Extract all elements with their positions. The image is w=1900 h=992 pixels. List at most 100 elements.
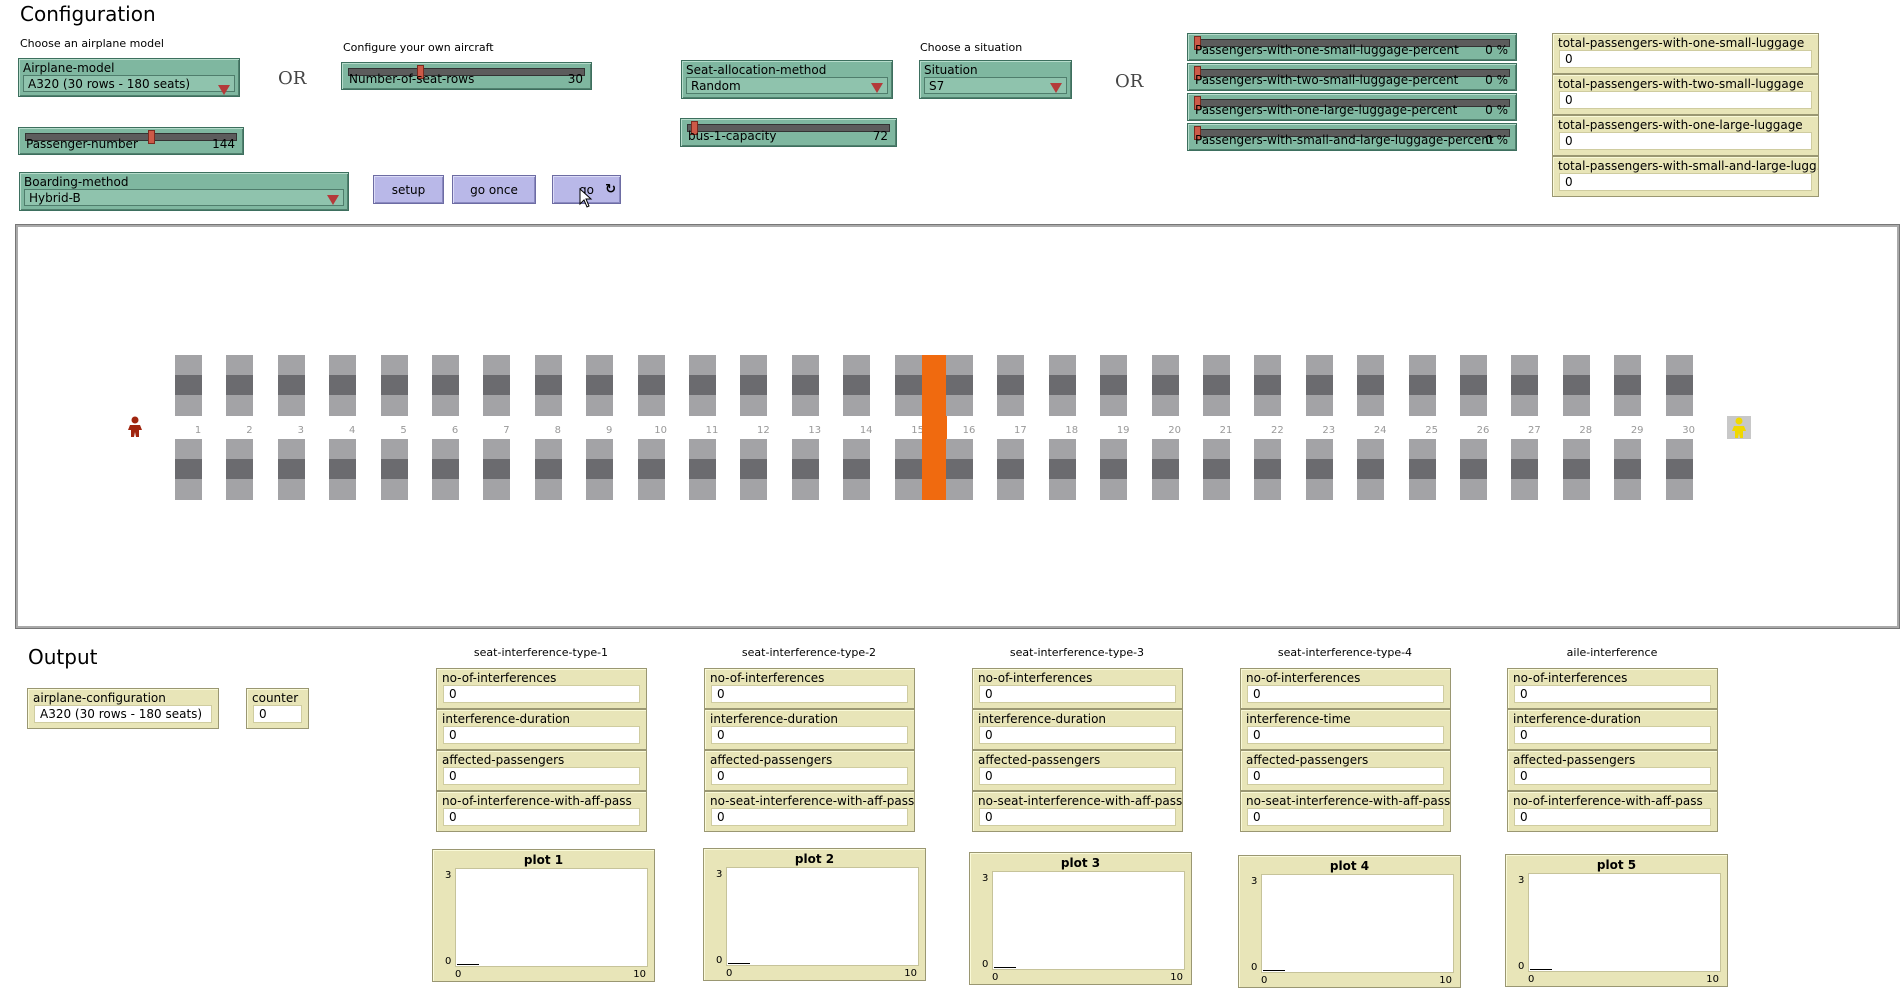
row-number: 16: [962, 425, 976, 436]
situation-chooser[interactable]: Situation S7: [919, 60, 1072, 99]
seat-block-top: [894, 355, 922, 416]
seat: [483, 355, 511, 375]
bus-1-capacity-slider[interactable]: bus-1-capacity 72: [680, 118, 897, 147]
seat-block-top: [1665, 355, 1693, 416]
seat-block-bottom: [1048, 439, 1076, 500]
seat-map: 1 2 3 4 5 6 7 8 9 10 11 12 13 14 15 16 17 18 19 20 21 22 23 24 2…: [18, 227, 1897, 626]
seat: [843, 459, 871, 479]
row-number: 21: [1219, 425, 1233, 436]
seat: [175, 479, 202, 500]
seat: [586, 439, 614, 459]
slider-value: 0 %: [1485, 73, 1508, 87]
plot-4[interactable]: plot 4 3 0 0 10: [1238, 855, 1461, 988]
seat: [277, 375, 305, 395]
simulation-world-view[interactable]: 1 2 3 4 5 6 7 8 9 10 11 12 13 14 15 16 17 18 19 20 21 22 23 24 2…: [15, 224, 1900, 629]
monitor-value: 0: [979, 726, 1176, 744]
seat-block-bottom: [740, 439, 768, 500]
slider-knob[interactable]: [148, 130, 155, 144]
monitor-value: 0: [443, 808, 640, 826]
seat: [1408, 439, 1436, 459]
seat: [740, 395, 768, 416]
plot-xmax: 10: [1439, 975, 1452, 986]
seat: [946, 355, 973, 375]
seat: [843, 479, 871, 500]
plot-5[interactable]: plot 5 3 0 0 10: [1505, 854, 1728, 987]
row-number: 24: [1373, 425, 1387, 436]
one-small-luggage-percent-slider[interactable]: Passengers-with-one-small-luggage-percen…: [1187, 33, 1517, 61]
output-monitor: no-of-interferences 0: [436, 668, 647, 709]
chevron-down-icon: [327, 195, 339, 205]
output-monitor: interference-time 0: [1240, 709, 1451, 750]
seat: [432, 459, 459, 479]
seat: [1511, 355, 1539, 375]
monitor-value: A320 (30 rows - 180 seats): [34, 705, 212, 723]
seat-block-top: [1614, 355, 1642, 416]
passenger-number-slider[interactable]: Passenger-number 144: [18, 127, 244, 155]
airplane-model-chooser[interactable]: Airplane-model A320 (30 rows - 180 seats…: [18, 58, 240, 97]
plot-pen-line: [1263, 970, 1285, 971]
output-monitor: affected-passengers 0: [972, 750, 1183, 791]
go-once-button[interactable]: go once: [452, 175, 536, 204]
plot-pen-line: [457, 964, 479, 965]
seat: [1254, 439, 1282, 459]
seat: [534, 375, 562, 395]
plot-ymin: 0: [982, 959, 989, 970]
seat: [1305, 439, 1333, 459]
seat: [1100, 375, 1128, 395]
seat: [226, 355, 254, 375]
seat: [740, 439, 768, 459]
seat: [380, 375, 408, 395]
slider-value: 0 %: [1485, 43, 1508, 57]
seat: [1048, 439, 1076, 459]
seat: [534, 355, 562, 375]
plot-title: plot 2: [794, 852, 835, 866]
number-of-seat-rows-slider[interactable]: Number-of-seat-rows 30: [341, 62, 592, 90]
seat: [1048, 355, 1076, 375]
plot-area: [726, 867, 919, 966]
plot-3[interactable]: plot 3 3 0 0 10: [969, 852, 1192, 985]
small-and-large-luggage-percent-slider[interactable]: Passengers-with-small-and-large-luggage-…: [1187, 123, 1517, 151]
seat: [1665, 439, 1693, 459]
seat: [1460, 479, 1487, 500]
two-small-luggage-percent-slider[interactable]: Passengers-with-two-small-luggage-percen…: [1187, 63, 1517, 91]
seat: [175, 395, 202, 416]
plot-pen-line: [728, 963, 750, 964]
seat: [1408, 395, 1436, 416]
seat-allocation-method-chooser[interactable]: Seat-allocation-method Random: [681, 60, 893, 99]
seat: [175, 439, 202, 459]
seat: [1203, 439, 1230, 459]
plot-pen-line: [1530, 969, 1552, 970]
seat-block-top: [1562, 355, 1590, 416]
seat: [1460, 355, 1487, 375]
plot-ymax: 3: [1251, 876, 1258, 887]
slider-value: 72: [872, 129, 888, 143]
seat: [1614, 355, 1642, 375]
row-number: 30: [1682, 425, 1695, 436]
seat: [1614, 395, 1642, 416]
plot-title: plot 4: [1329, 859, 1370, 873]
plot-2[interactable]: plot 2 3 0 0 10: [703, 848, 926, 981]
seat: [586, 459, 614, 479]
output-monitor: no-of-interference-with-aff-pass 0: [1507, 791, 1718, 832]
seat: [329, 439, 357, 459]
seat-block-top: [380, 355, 408, 416]
one-large-luggage-percent-slider[interactable]: Passengers-with-one-large-luggage-percen…: [1187, 93, 1517, 121]
seat-block-top: [1305, 355, 1333, 416]
seat: [226, 459, 254, 479]
row-number: 3: [297, 425, 304, 436]
seat: [432, 439, 459, 459]
monitor-value: 0: [1247, 808, 1444, 826]
seat: [1305, 355, 1333, 375]
seat: [1100, 355, 1128, 375]
plot-ymax: 3: [445, 870, 452, 881]
boarding-method-chooser[interactable]: Boarding-method Hybrid-B: [19, 172, 349, 211]
plot-1[interactable]: plot 1 3 0 0 10: [432, 849, 655, 982]
total-small-and-large-luggage-monitor: total-passengers-with-small-and-large-lu…: [1552, 156, 1819, 197]
row-number: 13: [808, 425, 822, 436]
setup-button[interactable]: setup: [373, 175, 444, 204]
slider-value: 0 %: [1485, 133, 1508, 147]
seat-block-bottom: [329, 439, 357, 500]
seat: [637, 439, 665, 459]
output-monitor: affected-passengers 0: [436, 750, 647, 791]
output-monitor: interference-duration 0: [704, 709, 915, 750]
